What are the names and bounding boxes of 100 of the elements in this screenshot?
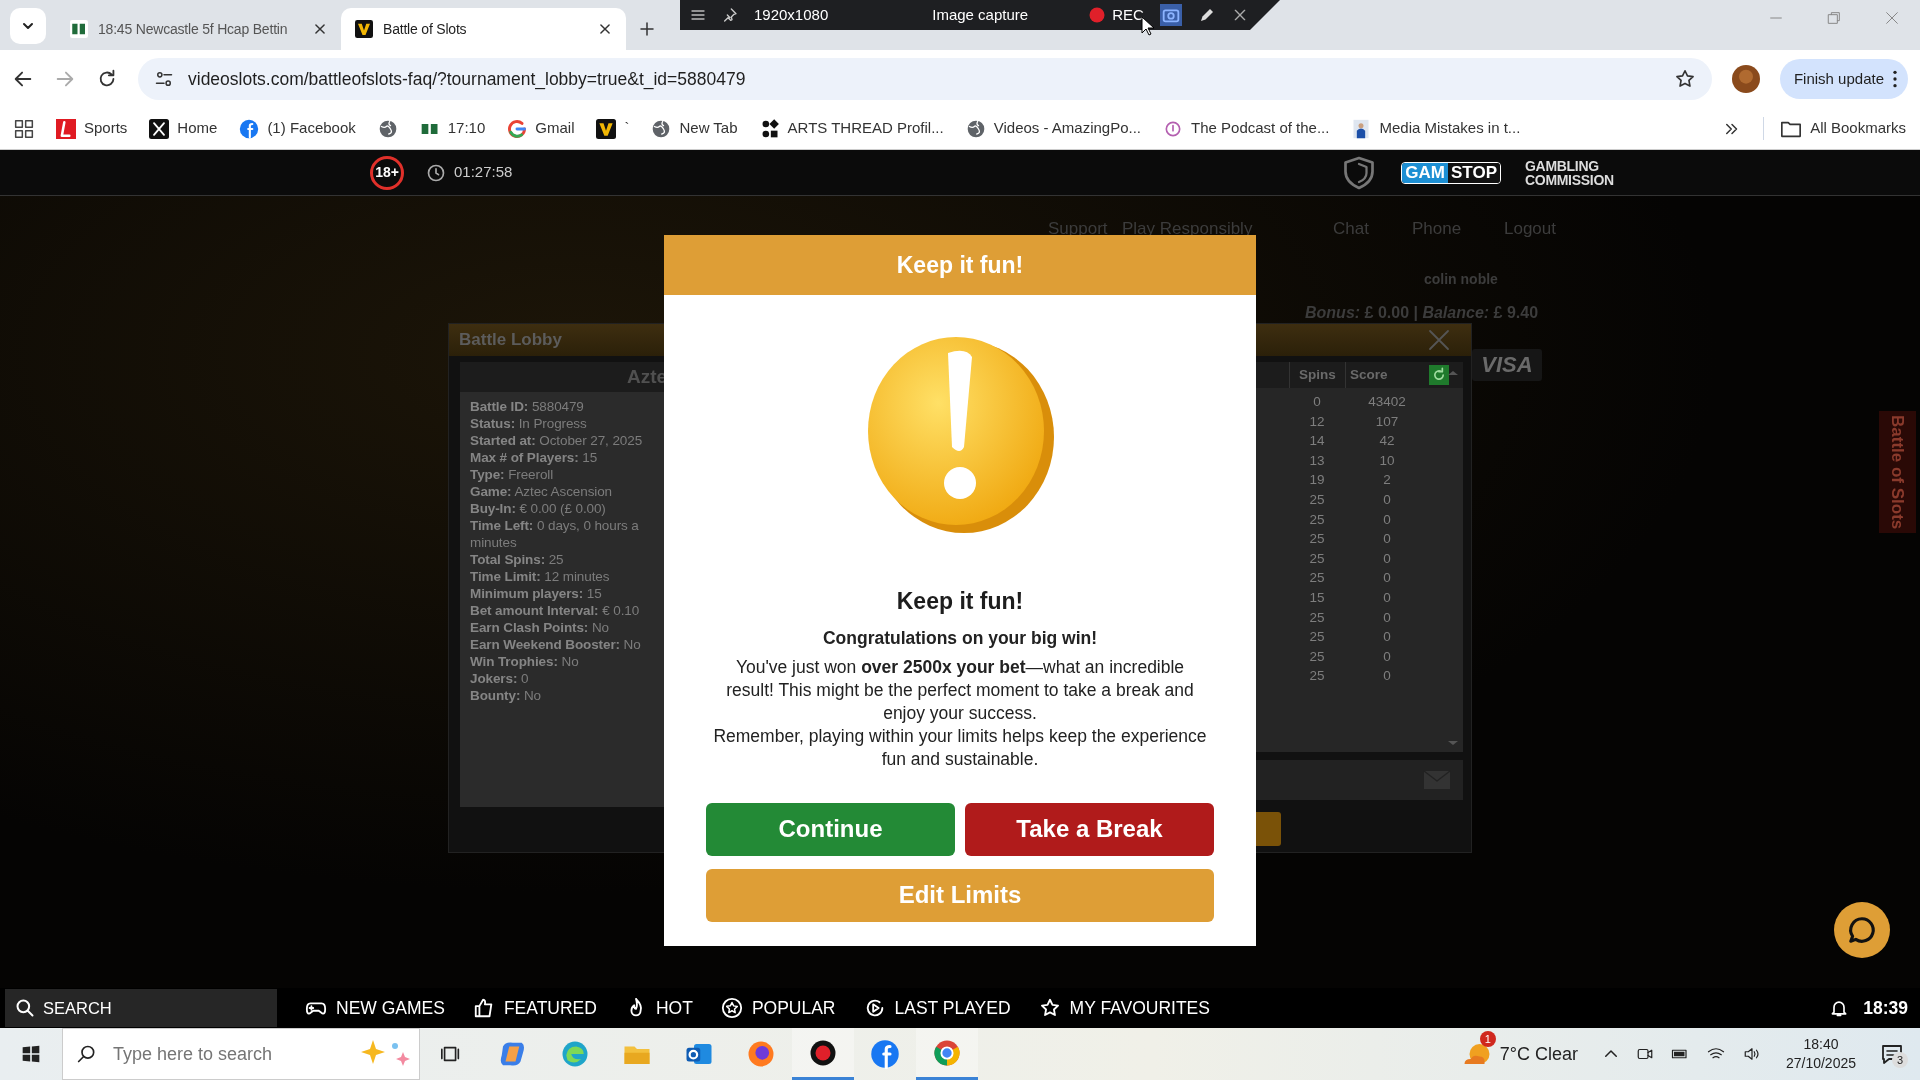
apps-grid-icon[interactable] (14, 118, 34, 139)
close-icon[interactable] (598, 22, 612, 36)
pin-icon[interactable] (722, 7, 738, 23)
bookmark-link[interactable]: Home (177, 117, 218, 140)
card-logo: VISA (1472, 349, 1542, 381)
table-cell: 14 (1309, 433, 1325, 449)
taskbar-app[interactable] (792, 1028, 854, 1080)
weather-text[interactable]: 7°C Clear (1499, 1040, 1578, 1068)
table-cell: 25 (1309, 648, 1325, 664)
bookmark-link[interactable]: Videos - AmazingPo... (993, 117, 1142, 140)
search-field[interactable]: Type here to search (111, 1039, 341, 1069)
nav-item[interactable]: HOT (624, 994, 693, 1022)
brand-icon[interactable] (596, 118, 617, 139)
bookmark-link[interactable]: 17:10 (447, 117, 486, 140)
capture-mode: Image capture (932, 4, 1029, 25)
bookmark-link[interactable]: The Podcast of the... (1191, 117, 1330, 140)
site-info-icon[interactable] (154, 69, 174, 89)
bookmark-link[interactable]: Gmail (535, 117, 575, 140)
table-cell: 0 (1383, 570, 1391, 586)
record-label[interactable]: REC (1112, 3, 1144, 27)
brand-icon[interactable] (149, 118, 170, 139)
chat-button[interactable] (1834, 902, 1890, 958)
bookmark-link[interactable]: All Bookmarks (1810, 117, 1906, 140)
notification-badge: 1 (1479, 1031, 1496, 1047)
record-dot-icon[interactable] (1088, 6, 1107, 24)
browser-tab[interactable]: Battle of Slots (341, 8, 626, 50)
clock-icon (426, 162, 446, 183)
detail-line: Max # of Players: 15 (470, 449, 598, 466)
nav-item[interactable]: NEW GAMES (305, 994, 445, 1022)
table-cell: 25 (1309, 668, 1325, 684)
app-icon (870, 1039, 900, 1069)
star-badge-icon (720, 997, 743, 1019)
search-field[interactable]: SEARCH (5, 989, 277, 1027)
table-cell: 15 (1309, 589, 1325, 605)
bookmark-star-icon[interactable] (1673, 68, 1696, 90)
taskbar-date[interactable]: 27/10/2025 (1785, 1054, 1856, 1073)
capture-size: 1920x1080 (754, 4, 829, 25)
favicon-icon (70, 20, 88, 38)
more-icon (1892, 69, 1898, 89)
bookmark-link[interactable]: Sports (84, 117, 128, 140)
table-cell: 25 (1309, 491, 1325, 507)
app-icon (746, 1039, 776, 1069)
nav-item[interactable]: POPULAR (720, 994, 836, 1022)
column-header: Spins (1299, 367, 1336, 382)
message-text: You've just won over 2500x your bet—what an incredible result! This might be the perfect moment to take a break and enjoy your success. (725, 655, 1195, 725)
taskbar-time[interactable]: 18:40 (1785, 1035, 1856, 1054)
detail-line: Time Left: 0 days, 0 hours a (470, 517, 639, 534)
table-cell: 0 (1383, 589, 1391, 605)
congrats-text: Congratulations on your big win! (821, 626, 1099, 650)
table-cell: 0 (1383, 668, 1391, 684)
notification-icon[interactable] (1880, 1042, 1904, 1067)
nav-item[interactable]: FEATURED (472, 994, 597, 1022)
camera-icon[interactable] (1159, 4, 1182, 26)
table-cell: 10 (1379, 452, 1395, 468)
detail-line: Battle ID: 5880479 (470, 398, 584, 415)
globe-icon[interactable] (651, 118, 672, 139)
detail-line: Started at: October 27, 2025 (470, 432, 643, 449)
table-cell: 19 (1309, 472, 1325, 488)
scroll-up-icon[interactable] (1447, 368, 1459, 378)
detail-line: Total Spins: 25 (470, 551, 564, 568)
detail-line: Status: In Progress (470, 415, 587, 432)
close-icon[interactable] (313, 22, 327, 36)
commission-logo[interactable]: GAMBLING COMMISSION (1525, 158, 1630, 187)
table-cell: 0 (1383, 531, 1391, 547)
refresh-icon[interactable] (1429, 365, 1449, 385)
table-cell: 13 (1309, 452, 1325, 468)
tab-title: 18:45 Newcastle 5f Hcap Bettin (98, 19, 289, 39)
table-cell: 25 (1309, 531, 1325, 547)
bookmark-link[interactable]: ` (624, 117, 630, 140)
nav-item[interactable]: MY FAVOURITES (1038, 994, 1210, 1022)
plus-icon[interactable] (638, 20, 656, 38)
detail-line: Minimum players: 15 (470, 585, 602, 602)
search-icon (77, 1044, 97, 1064)
clock-time: 18:39 (1863, 996, 1908, 1020)
tab-title: Battle of Slots (383, 19, 468, 39)
speech-bubble-icon (1847, 915, 1877, 945)
table-cell: 0 (1383, 491, 1391, 507)
table-cell: 0 (1383, 629, 1391, 645)
search-box[interactable]: Type here to search (62, 1028, 420, 1080)
tab-search-button[interactable] (10, 8, 46, 44)
gamstop-logo[interactable]: GAM STOP (1401, 161, 1501, 184)
bookmark-link[interactable]: New Tab (679, 117, 738, 140)
browser-tab[interactable]: 18:45 Newcastle 5f Hcap Bettin (56, 8, 341, 50)
update-button[interactable]: Finish update (1779, 59, 1908, 99)
thumbs-up-icon (472, 997, 495, 1019)
bookmark-link[interactable]: (1) Facebook (267, 117, 356, 140)
thumbnail-icon[interactable] (1351, 118, 1372, 139)
modal-button[interactable]: Continue (706, 802, 955, 856)
nav-item[interactable]: LAST PLAYED (863, 994, 1011, 1022)
modal-button[interactable]: Take a Break (965, 802, 1214, 856)
modal-heading: Keep it fun! (895, 587, 1025, 616)
bookmark-link[interactable]: Media Mistakes in t... (1379, 117, 1521, 140)
reminder-text: Remember, playing within your limits helps keep the experience fun and sustainable. (712, 724, 1208, 771)
globe-icon[interactable] (377, 118, 398, 139)
globe-icon[interactable] (965, 118, 986, 139)
menu-icon[interactable] (690, 7, 706, 23)
avatar-icon[interactable] (1731, 65, 1760, 93)
detail-line: Bounty: No (470, 687, 541, 704)
detail-line: Bet amount Interval: € 0.10 (470, 602, 640, 619)
bookmark-link[interactable]: ARTS THREAD Profil... (787, 117, 944, 140)
